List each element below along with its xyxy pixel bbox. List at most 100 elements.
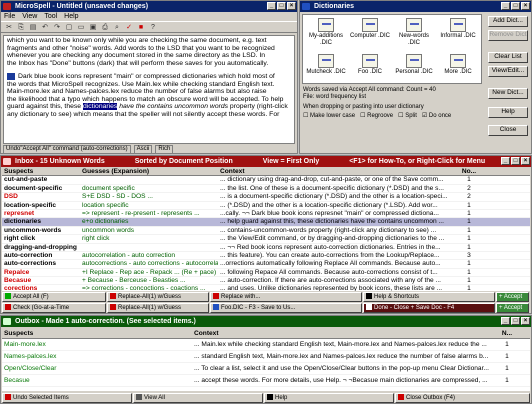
rich-status[interactable]: Rich bbox=[155, 145, 174, 154]
save-to-dict-button[interactable]: Foo.DIC - F3 - Save to Us... bbox=[210, 303, 362, 313]
table-row[interactable]: Open/Close/Clear ... To clear a list, sel… bbox=[2, 363, 530, 375]
accept-button[interactable]: + Accept bbox=[496, 292, 529, 302]
maximize-icon[interactable]: □ bbox=[511, 2, 520, 10]
table-row[interactable]: location-specific location specific ... (*… bbox=[2, 202, 530, 210]
table-row[interactable]: auto-correction autocorrelation - auto co… bbox=[2, 252, 530, 261]
dictionary-item[interactable]: Personal .DIC bbox=[393, 54, 435, 80]
stop-icon[interactable]: ■ bbox=[136, 23, 146, 32]
option-split[interactable]: ☐ Split bbox=[398, 113, 417, 120]
col-context[interactable]: Context bbox=[218, 168, 456, 175]
table-row[interactable]: corections => corrections - concoctions -… bbox=[2, 285, 530, 291]
cut-icon[interactable]: ✂ bbox=[4, 23, 14, 32]
view-edit-button[interactable]: View/Edit... bbox=[488, 66, 528, 77]
replace-all-guess-button[interactable]: Replace-All(1) w/Guess bbox=[107, 292, 209, 302]
done-close-save-button[interactable]: Done - Close + Save Doc - F4 bbox=[363, 303, 495, 313]
minimize-icon[interactable]: _ bbox=[267, 2, 276, 10]
col-suspects[interactable]: Suspects bbox=[2, 168, 80, 175]
table-row[interactable]: dragging-and-dropping ... ¬¬ Red book ico… bbox=[2, 244, 530, 252]
inbox-view[interactable]: View = First Only bbox=[263, 156, 319, 167]
print-icon[interactable]: ⎙ bbox=[100, 23, 110, 32]
save-icon[interactable]: ▣ bbox=[88, 23, 98, 32]
help-button[interactable]: Help bbox=[488, 107, 528, 118]
undo-icon[interactable]: ↶ bbox=[40, 23, 50, 32]
close-icon[interactable]: × bbox=[521, 157, 530, 165]
microspell-titlebar[interactable]: MicroSpell - Untitled (unsaved changes) … bbox=[1, 1, 297, 12]
table-row[interactable]: right click right click ... the View/Edit … bbox=[2, 235, 530, 244]
accept-button-2[interactable]: + Accept bbox=[496, 303, 529, 313]
find-icon[interactable]: ⌕ bbox=[112, 23, 122, 32]
undo-selected-button[interactable]: Undo Selected Items bbox=[2, 393, 132, 403]
table-row[interactable]: auto-corrections autocorrections - auto c… bbox=[2, 260, 530, 269]
table-row[interactable]: represnet => represent - re-present - rep… bbox=[2, 210, 530, 219]
table-row[interactable]: Main-more.lex ... Main.lex while checking… bbox=[2, 339, 530, 351]
col-number[interactable]: No... bbox=[456, 168, 482, 175]
table-row[interactable]: Names-palces.lex ... standard English tex… bbox=[2, 351, 530, 363]
remove-dict-button[interactable]: Remove Dict bbox=[488, 30, 528, 41]
undo-status[interactable]: Undo"Accept All" command (auto-correctio… bbox=[3, 145, 131, 154]
close-button[interactable]: Close bbox=[488, 125, 528, 136]
option-regroove[interactable]: ☐ Regroove bbox=[360, 113, 393, 120]
replace-with-button[interactable]: Replace with... bbox=[210, 292, 362, 302]
check-one-button[interactable]: Check (Go-at-a-Time bbox=[2, 303, 106, 313]
minimize-icon[interactable]: _ bbox=[501, 157, 510, 165]
close-icon[interactable]: × bbox=[287, 2, 296, 10]
option-do-once[interactable]: ☑ Do once bbox=[422, 113, 451, 120]
accept-all-button[interactable]: Accept All (F) bbox=[2, 292, 106, 302]
table-row[interactable]: DSD S+E DSD - SD - DOS ... ... is a docume… bbox=[2, 193, 530, 202]
dictionary-item[interactable]: New-words .DIC bbox=[393, 18, 435, 50]
dictionary-item[interactable]: Informal .DIC bbox=[437, 18, 479, 50]
option-lower-case[interactable]: ☐ Make lower case bbox=[303, 113, 355, 120]
dictionary-item[interactable]: Foo .DIC bbox=[349, 54, 391, 80]
new-dict-button[interactable]: New Dict... bbox=[488, 88, 528, 99]
close-outbox-button[interactable]: Close Outbox (F4) bbox=[395, 393, 530, 403]
table-row[interactable]: dictionaries e+o dictionaries ... help gua… bbox=[2, 218, 530, 227]
dictionary-item[interactable]: Computer .DIC bbox=[349, 18, 391, 50]
table-row[interactable]: cut-and-paste ... dictionary using drag-a… bbox=[2, 176, 530, 185]
col-context[interactable]: Context bbox=[192, 328, 492, 338]
minimize-icon[interactable]: _ bbox=[501, 317, 510, 325]
col-guesses[interactable]: Guesses (Expansion) bbox=[80, 168, 218, 175]
dictionaries-titlebar[interactable]: Dictionaries _ □ × bbox=[300, 1, 531, 12]
table-row[interactable]: Repalce +I Replace - Rep ace - Repack ...… bbox=[2, 269, 530, 278]
menu-view[interactable]: View bbox=[22, 12, 37, 21]
col-number[interactable]: N... bbox=[492, 328, 522, 338]
count-cell: 1 bbox=[505, 353, 509, 360]
table-row[interactable]: Becasue + Because - Berceuse - Beasties .… bbox=[2, 277, 530, 286]
maximize-icon[interactable]: □ bbox=[277, 2, 286, 10]
maximize-icon[interactable]: □ bbox=[511, 157, 520, 165]
dictionary-item[interactable]: Mutcheck .DIC bbox=[305, 54, 347, 80]
col-suspects[interactable]: Suspects bbox=[2, 328, 192, 338]
close-icon[interactable]: × bbox=[521, 2, 530, 10]
menu-help[interactable]: Help bbox=[64, 12, 78, 21]
table-row[interactable]: document-specific document specific ... th… bbox=[2, 185, 530, 194]
table-row[interactable]: Becasue ... accept these words. For more … bbox=[2, 375, 530, 387]
ascii-status[interactable]: Ascii bbox=[133, 145, 153, 154]
view-all-button[interactable]: View All bbox=[133, 393, 263, 403]
inbox-sort[interactable]: Sorted by Document Position bbox=[135, 156, 233, 167]
outbox-help-button[interactable]: Help bbox=[264, 393, 394, 403]
table-row[interactable]: uncommon-words uncommon words ... contains… bbox=[2, 227, 530, 236]
inbox-titlebar[interactable]: Inbox - 15 Unknown Words Sorted by Docum… bbox=[1, 156, 531, 167]
open-icon[interactable]: ▭ bbox=[76, 23, 86, 32]
maximize-icon[interactable]: □ bbox=[511, 317, 520, 325]
dictionary-item[interactable]: More .DIC bbox=[437, 54, 479, 80]
close-icon[interactable]: × bbox=[521, 317, 530, 325]
menu-tool[interactable]: Tool bbox=[44, 12, 57, 21]
paste-icon[interactable]: ▤ bbox=[28, 23, 38, 32]
new-icon[interactable]: ▢ bbox=[64, 23, 74, 32]
replace-all-guess-button-2[interactable]: Replace-All(1) w/Guess bbox=[107, 303, 209, 313]
redo-icon[interactable]: ↷ bbox=[52, 23, 62, 32]
help-icon[interactable]: ? bbox=[148, 23, 158, 32]
dictionary-item[interactable]: My-additions .DIC bbox=[305, 18, 347, 50]
menu-file[interactable]: File bbox=[4, 12, 15, 21]
add-dict-button[interactable]: Add Dict... bbox=[488, 16, 528, 27]
dictionary-icon bbox=[318, 18, 334, 32]
spell-icon[interactable]: ✓ bbox=[124, 23, 134, 32]
clear-list-button[interactable]: Clear List bbox=[488, 52, 528, 63]
outbox-titlebar[interactable]: Outbox - Made 1 auto-correction. (See se… bbox=[1, 316, 531, 327]
help-shortcuts-button[interactable]: Help & Shortcuts bbox=[363, 292, 495, 302]
document-text[interactable]: which you want to be known only while yo… bbox=[3, 35, 295, 144]
minimize-icon[interactable]: _ bbox=[501, 2, 510, 10]
copy-icon[interactable]: ⎘ bbox=[16, 23, 26, 32]
highlighted-word[interactable]: dictionaries bbox=[82, 103, 118, 111]
